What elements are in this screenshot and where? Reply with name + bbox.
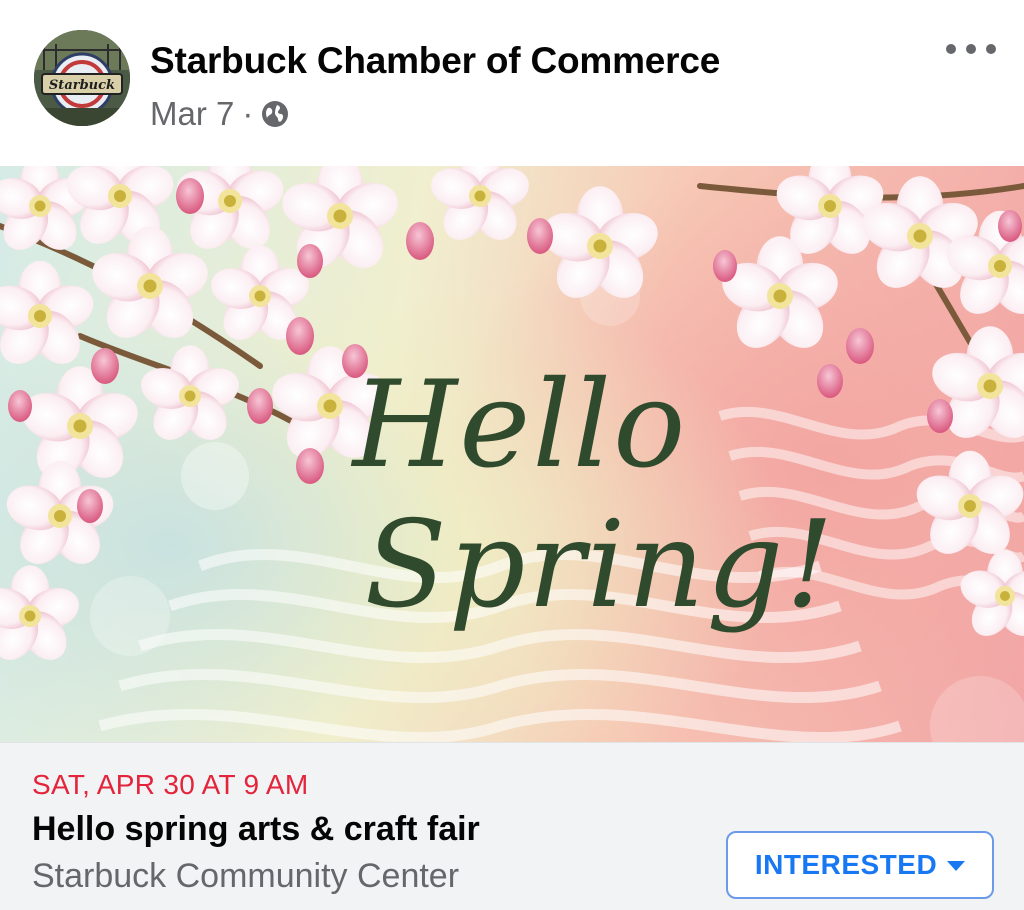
- post-header: Starbuck Starbuck Chamber of Commerce Ma…: [0, 0, 1024, 166]
- event-title[interactable]: Hello spring arts & craft fair: [32, 810, 480, 849]
- interested-button[interactable]: INTERESTED: [726, 831, 994, 899]
- event-cover-image[interactable]: Hello Spring!: [0, 166, 1024, 742]
- caret-down-icon: [947, 861, 966, 871]
- hero-greeting-line1: Hello: [351, 356, 688, 495]
- avatar-logo-image: Starbuck: [34, 30, 130, 126]
- interested-label: INTERESTED: [754, 849, 938, 880]
- facebook-post: Starbuck Starbuck Chamber of Commerce Ma…: [0, 0, 1024, 910]
- meta-separator: ·: [242, 95, 254, 132]
- avatar-text: Starbuck: [49, 78, 115, 93]
- more-dot: [966, 44, 976, 54]
- page-name-link[interactable]: Starbuck Chamber of Commerce: [150, 40, 720, 82]
- more-options-button[interactable]: [946, 34, 996, 64]
- event-details[interactable]: SAT, APR 30 AT 9 AM Hello spring arts & …: [0, 742, 1024, 910]
- globe-icon[interactable]: [261, 100, 289, 128]
- event-date-time: SAT, APR 30 AT 9 AM: [32, 769, 309, 800]
- post-date[interactable]: Mar 7: [150, 95, 234, 133]
- event-location: Starbuck Community Center: [32, 857, 460, 895]
- more-dot: [986, 44, 996, 54]
- spring-artwork: Hello Spring!: [0, 166, 1024, 742]
- post-meta: Mar 7 ·: [150, 95, 289, 133]
- page-avatar[interactable]: Starbuck: [34, 30, 130, 126]
- more-options-icon: [946, 44, 956, 54]
- hero-greeting-line2: Spring!: [364, 496, 835, 635]
